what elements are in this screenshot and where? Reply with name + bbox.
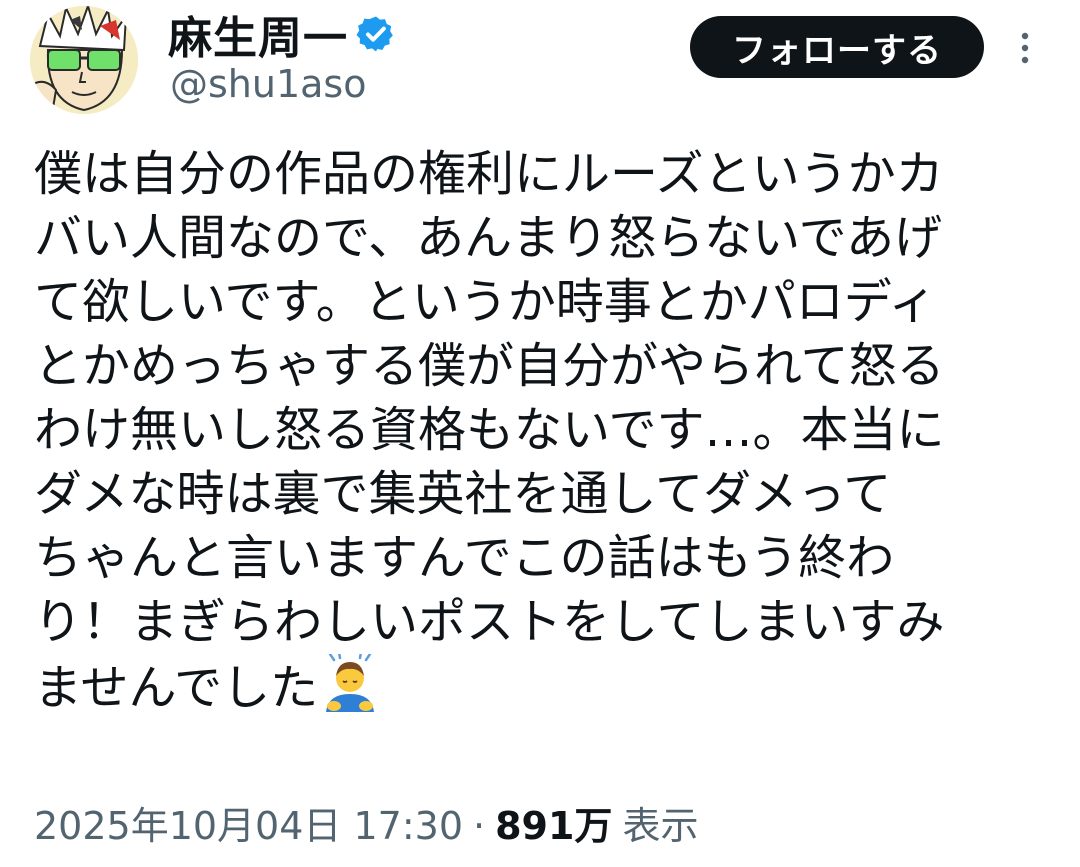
avatar-illustration-icon xyxy=(30,6,138,114)
meta-separator: · xyxy=(473,804,486,848)
post-text-line: ませんでした xyxy=(34,660,319,716)
name-row: 麻生周一 xyxy=(168,4,396,64)
post-text-line: バい人間なので、あんまり怒らないであげ xyxy=(34,210,943,266)
person-bowing-emoji xyxy=(326,654,375,712)
post: 麻生周一 @shu1aso フォローする 僕は自分の作品の権利にルーズというかカ… xyxy=(0,0,1080,867)
post-text: 僕は自分の作品の権利にルーズというかカ バい人間なので、あんまり怒らないであげ … xyxy=(34,142,1054,718)
timestamp[interactable]: 2025年10月04日 17:30 xyxy=(34,795,463,850)
post-text-line: わけ無いし怒る資格もないです…。本当に xyxy=(34,402,945,458)
post-text-line: とかめっちゃする僕が自分がやられて怒る xyxy=(34,338,945,394)
handle[interactable]: @shu1aso xyxy=(170,62,366,106)
post-text-line: り！まぎらわしいポストをしてしまいすみ xyxy=(34,594,945,650)
post-header: 麻生周一 @shu1aso フォローする xyxy=(0,0,1080,130)
post-text-line: て欲しいです。というか時事とかパロディ xyxy=(34,274,937,330)
avatar[interactable] xyxy=(30,6,138,114)
views-count[interactable]: 891万 xyxy=(495,795,612,850)
verified-badge-icon xyxy=(356,16,393,52)
follow-button[interactable]: フォローする xyxy=(690,16,984,78)
post-text-last-line: ませんでした xyxy=(34,654,1054,718)
post-text-line: ダメな時は裏で集英社を通してダメって xyxy=(34,466,892,522)
post-meta: 2025年10月04日 17:30 · 891万 表示 xyxy=(34,795,698,850)
post-text-line: ちゃんと言いますんでこの話はもう終わ xyxy=(34,530,895,586)
display-name[interactable]: 麻生周一 xyxy=(168,2,348,66)
more-vertical-icon[interactable] xyxy=(1010,28,1040,68)
views-label[interactable]: 表示 xyxy=(622,795,698,850)
post-text-line: 僕は自分の作品の権利にルーズというかカ xyxy=(34,146,944,202)
